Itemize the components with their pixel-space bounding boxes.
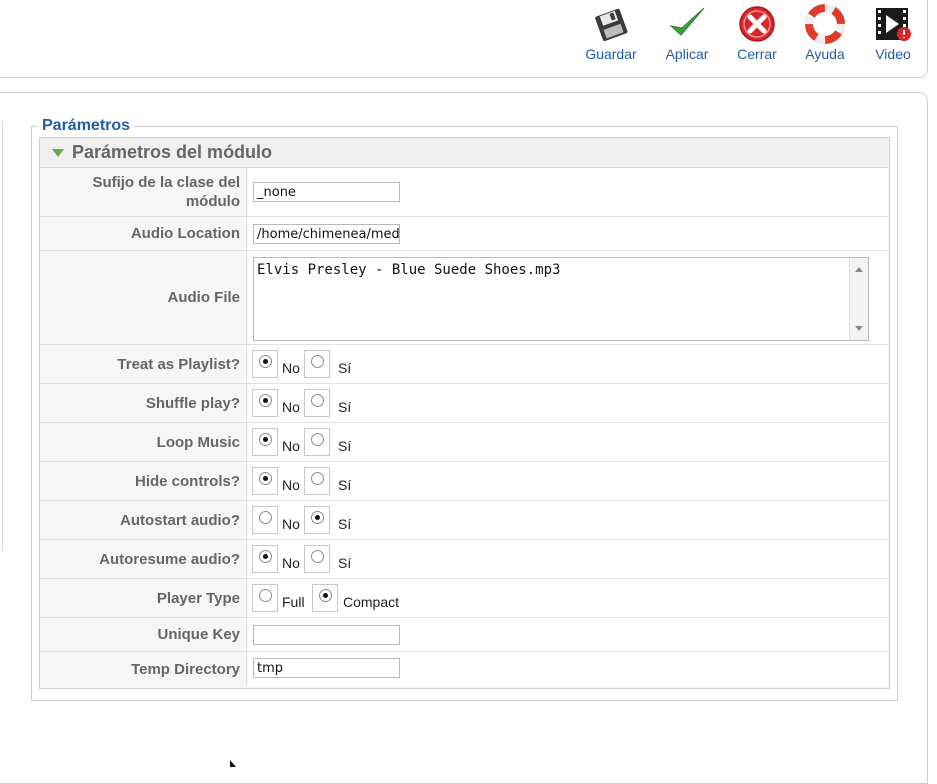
close-icon (739, 6, 775, 42)
video-button[interactable]: Video (866, 0, 920, 76)
scroll-down-arrow-icon[interactable] (855, 326, 863, 331)
row-temp-directory: Temp Directory tmp (40, 652, 888, 686)
loop-no-label: No (282, 438, 300, 454)
pane-title: Parámetros del módulo (72, 142, 273, 162)
close-button[interactable]: Cerrar (731, 0, 783, 76)
shuffle-label: Shuffle play? (145, 394, 240, 412)
audio-file-textarea[interactable]: Elvis Presley - Blue Suede Shoes.mp3 (253, 257, 869, 341)
autoresume-si-radio[interactable] (304, 545, 330, 573)
temp-directory-label: Temp Directory (131, 660, 240, 678)
loop-music-label: Loop Music (156, 433, 240, 451)
shuffle-no-radio[interactable] (252, 389, 278, 417)
autostart-si-label: Sí (338, 516, 352, 532)
autostart-no-radio[interactable] (252, 506, 278, 534)
row-autostart: Autostart audio? No Sí (40, 501, 888, 540)
player-type-full-radio[interactable] (252, 584, 278, 612)
apply-button[interactable]: Aplicar (657, 0, 717, 76)
row-loop-music: Loop Music No Sí (40, 423, 888, 462)
audio-file-label: Audio File (167, 289, 241, 306)
suffix-input[interactable]: _none (253, 182, 400, 202)
save-button[interactable]: Guardar (580, 0, 642, 76)
row-suffix: Sufijo de la clase del módulo _none (40, 168, 888, 217)
row-audio-location: Audio Location /home/chimenea/med (40, 217, 888, 251)
close-label: Cerrar (737, 46, 777, 62)
save-label: Guardar (585, 46, 637, 62)
shuffle-si-radio[interactable] (304, 389, 330, 417)
help-label: Ayuda (805, 46, 845, 62)
video-label: Video (875, 46, 911, 62)
treat-playlist-no-radio[interactable] (252, 350, 278, 378)
unique-key-label: Unique Key (157, 626, 240, 643)
player-type-compact-label: Compact (343, 594, 400, 610)
unique-key-input[interactable] (253, 625, 400, 645)
autoresume-si-label: Sí (338, 555, 352, 571)
treat-playlist-si-label: Sí (338, 360, 352, 376)
mouse-cursor-icon (230, 760, 236, 767)
help-button[interactable]: Ayuda (799, 0, 851, 76)
hide-controls-no-radio[interactable] (252, 467, 278, 495)
autoresume-no-radio[interactable] (252, 545, 278, 573)
expand-triangle-icon (52, 149, 64, 157)
suffix-label: Sufijo de la clase del módulo (92, 174, 240, 210)
left-edge-divider (0, 121, 3, 551)
row-treat-playlist: Treat as Playlist? No Sí (40, 345, 888, 384)
row-unique-key: Unique Key (40, 618, 888, 652)
row-autoresume: Autoresume audio? No Sí (40, 540, 888, 579)
treat-playlist-no-label: No (282, 360, 300, 376)
treat-playlist-si-radio[interactable] (304, 350, 330, 378)
hide-controls-label: Hide controls? (134, 472, 240, 490)
shuffle-si-label: Sí (338, 399, 352, 415)
checkmark-icon (669, 7, 705, 36)
audio-file-text: Elvis Presley - Blue Suede Shoes.mp3 (257, 262, 561, 278)
scroll-up-arrow-icon[interactable] (855, 267, 863, 272)
autostart-no-label: No (282, 516, 300, 532)
autoresume-no-label: No (282, 555, 300, 571)
audio-location-input[interactable]: /home/chimenea/med (253, 224, 400, 244)
autostart-si-radio[interactable] (304, 506, 330, 534)
apply-label: Aplicar (665, 46, 709, 62)
player-type-full-label: Full (282, 594, 305, 610)
fieldset-legend: Parámetros (38, 117, 135, 135)
loop-no-radio[interactable] (252, 428, 278, 456)
video-icon (876, 8, 911, 41)
treat-playlist-label: Treat as Playlist? (117, 355, 240, 373)
loop-si-label: Sí (338, 438, 352, 454)
toolbar-panel (0, 0, 928, 78)
autostart-label: Autostart audio? (120, 511, 240, 529)
player-type-label: Player Type (156, 589, 240, 607)
pane-header[interactable]: Parámetros del módulo (40, 138, 888, 168)
hide-controls-no-label: No (282, 477, 300, 493)
shuffle-no-label: No (282, 399, 300, 415)
row-hide-controls: Hide controls? No Sí (40, 462, 888, 501)
temp-directory-input[interactable]: tmp (253, 658, 400, 678)
hide-controls-si-label: Sí (338, 477, 352, 493)
textarea-scrollbar[interactable] (849, 258, 868, 340)
row-shuffle: Shuffle play? No Sí (40, 384, 888, 423)
hide-controls-si-radio[interactable] (304, 467, 330, 495)
loop-si-radio[interactable] (304, 428, 330, 456)
row-player-type: Player Type Full Compact (40, 579, 888, 618)
row-audio-file: Audio File Elvis Presley - Blue Suede Sh… (40, 251, 888, 345)
help-lifebuoy-icon (805, 4, 845, 44)
autoresume-label: Autoresume audio? (99, 550, 240, 568)
audio-location-label: Audio Location (130, 225, 240, 242)
player-type-compact-radio[interactable] (312, 584, 338, 612)
save-icon (595, 8, 628, 42)
